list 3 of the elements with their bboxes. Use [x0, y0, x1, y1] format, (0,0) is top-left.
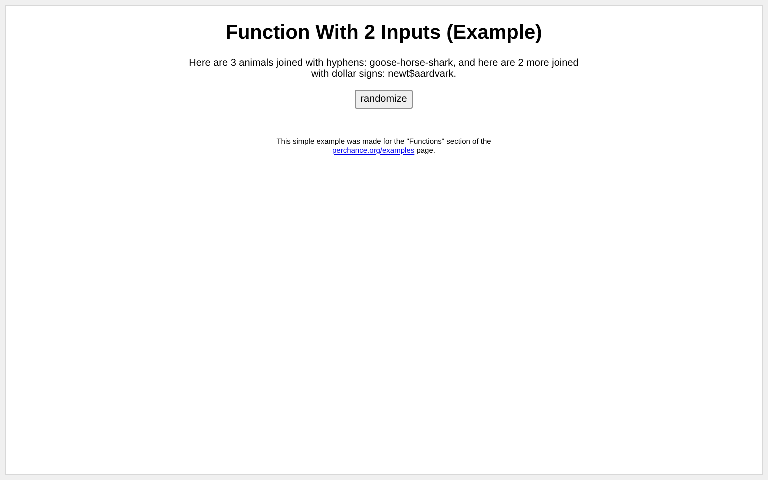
output-text: Here are 3 animals joined with hyphens: goose-horse-shark, and here are 2 more joined with dollar signs: newt$aardvark.: [188, 58, 580, 80]
page-title: Function With 2 Inputs (Example): [226, 21, 542, 46]
randomize-button[interactable]: randomize: [354, 90, 414, 109]
